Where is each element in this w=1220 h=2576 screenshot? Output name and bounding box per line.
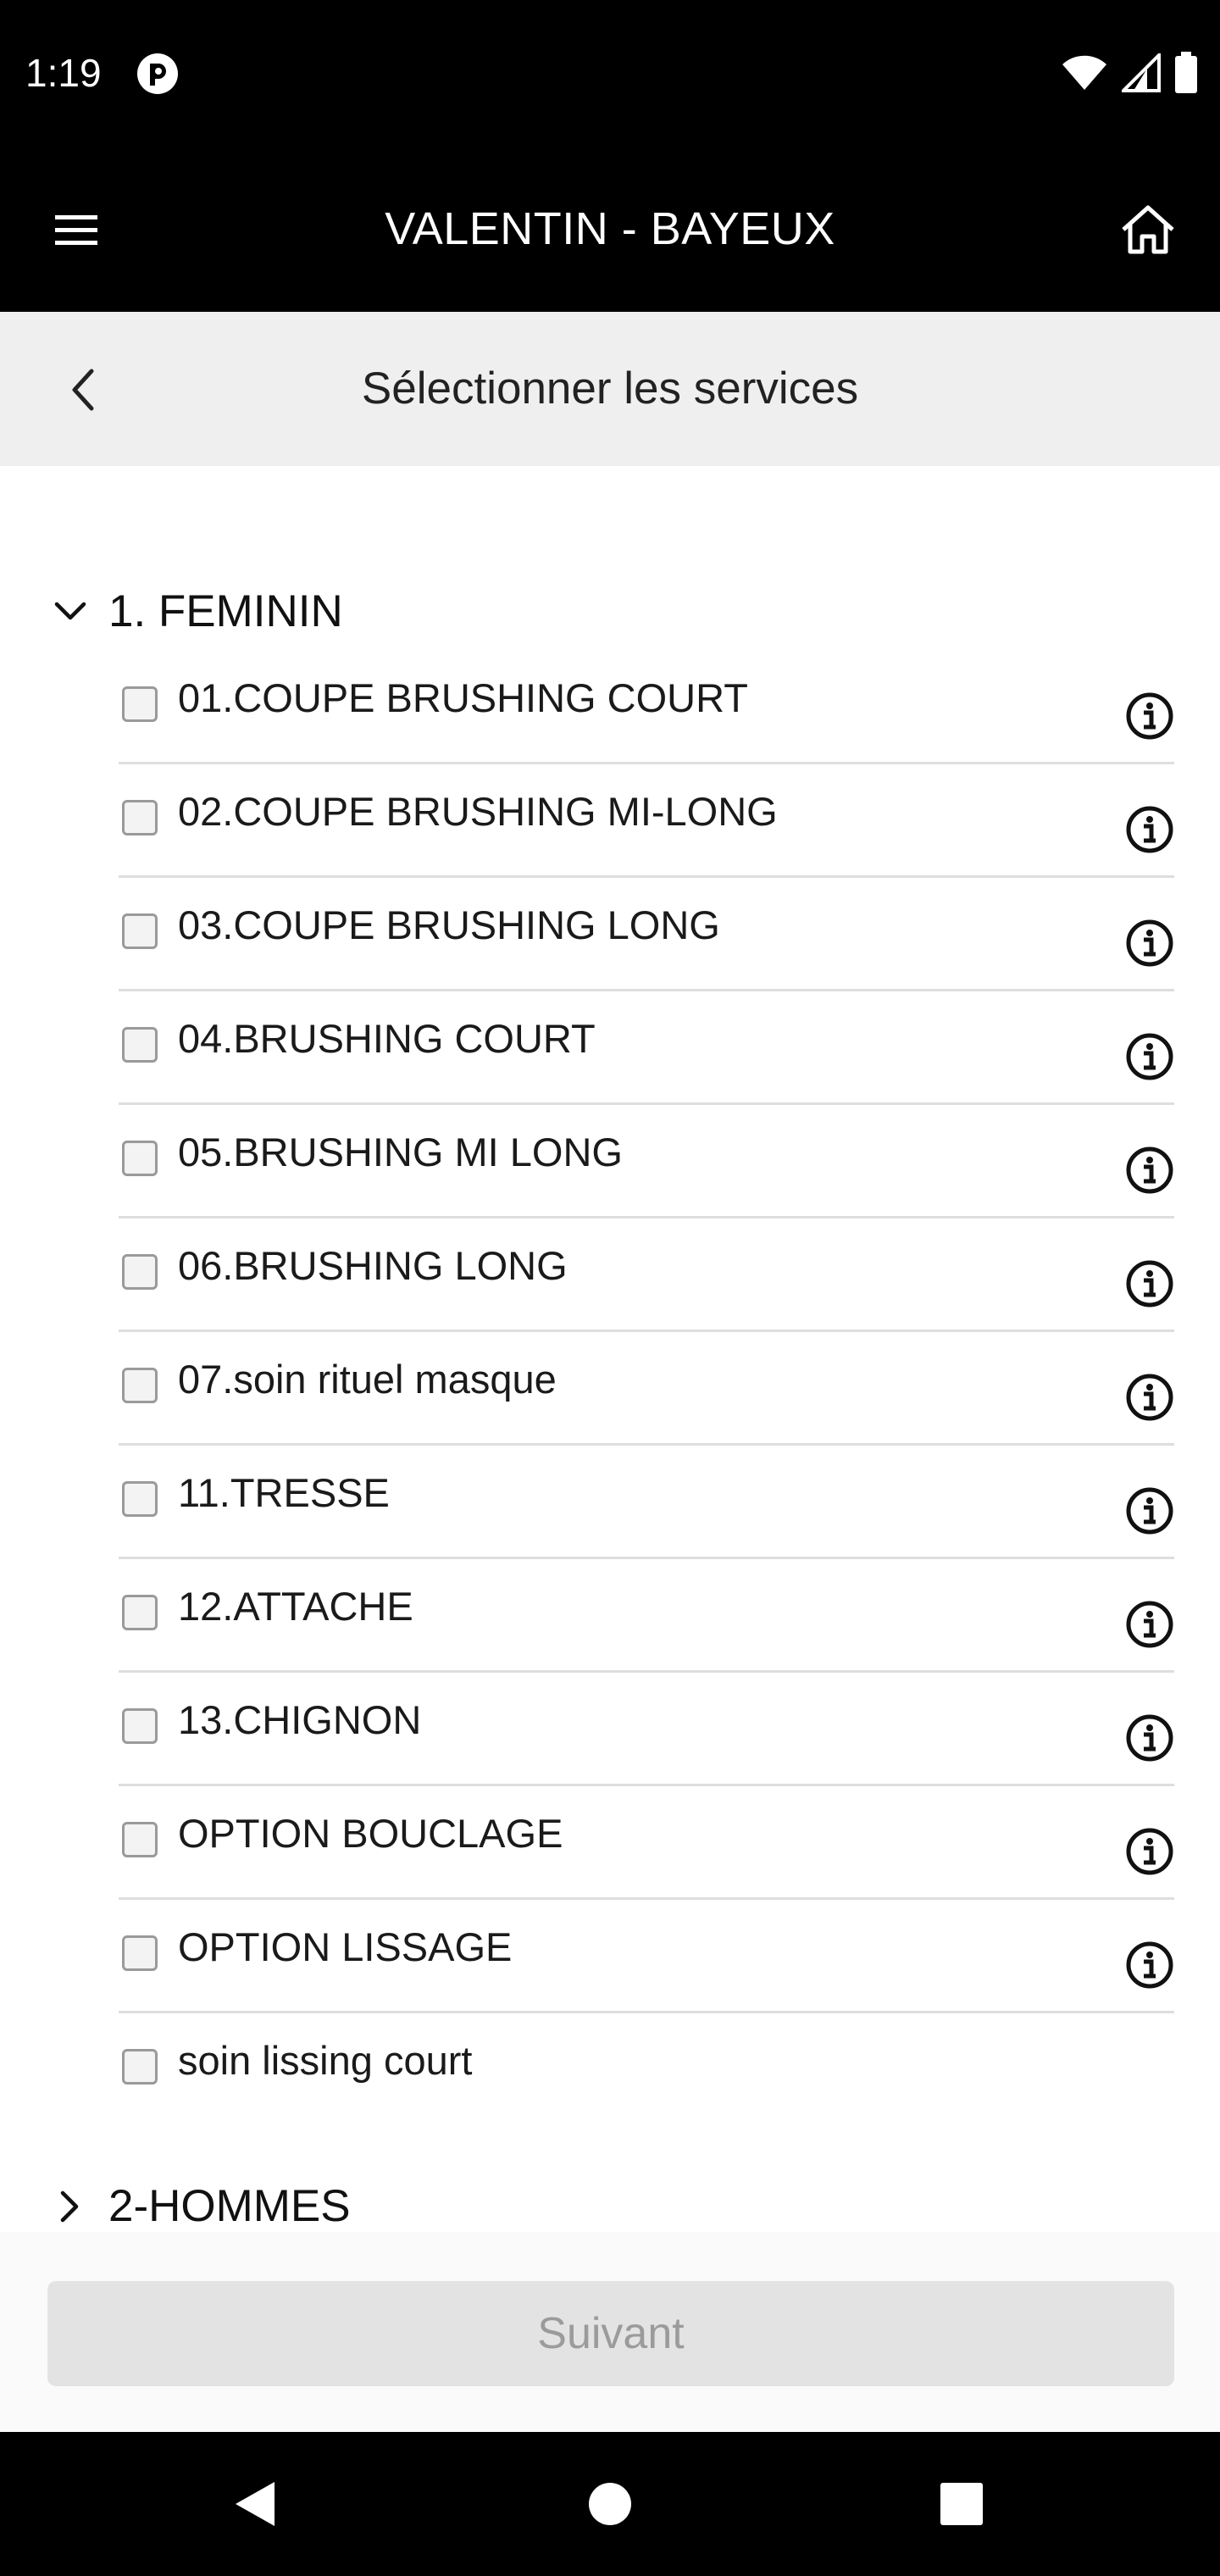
signal-icon [1122,53,1161,92]
service-label: OPTION LISSAGE [178,1924,513,1969]
menu-icon [55,215,97,245]
services-list[interactable]: 1. FEMININ 01.COUPE BRUSHING COURT 02.CO… [0,466,1220,2232]
info-icon[interactable] [1125,1259,1174,1308]
service-row[interactable]: 01.COUPE BRUSHING COURT [119,652,1174,764]
service-row[interactable]: 02.COUPE BRUSHING MI-LONG [119,766,1174,878]
category-header-hommes[interactable]: 2-HOMMES [51,2173,351,2232]
service-label: 03.COUPE BRUSHING LONG [178,902,720,947]
nav-home-button[interactable] [580,2474,640,2534]
service-checkbox[interactable] [122,1481,158,1517]
info-icon[interactable] [1125,691,1174,741]
service-row[interactable]: 06.BRUSHING LONG [119,1220,1174,1332]
service-checkbox[interactable] [122,1254,158,1290]
service-label: 07.soin rituel masque [178,1357,557,1402]
status-icons [1061,49,1198,97]
page-title: Sélectionner les services [361,364,859,414]
service-row[interactable]: 05.BRUSHING MI LONG [119,1107,1174,1219]
service-checkbox[interactable] [122,1027,158,1063]
back-button[interactable] [49,356,117,424]
nav-back-button[interactable] [225,2474,285,2534]
info-icon[interactable] [1125,919,1174,968]
sub-header: Sélectionner les services [0,312,1220,466]
service-checkbox[interactable] [122,913,158,949]
wifi-icon [1062,55,1106,90]
service-row[interactable]: soin lissing court [119,2015,1174,2127]
service-row[interactable]: 07.soin rituel masque [119,1334,1174,1446]
service-label: OPTION BOUCLAGE [178,1811,563,1856]
service-checkbox[interactable] [122,1708,158,1744]
info-icon[interactable] [1125,1146,1174,1195]
status-time: 1:19 [25,51,102,95]
info-icon[interactable] [1125,1373,1174,1422]
info-icon[interactable] [1125,805,1174,854]
info-icon[interactable] [1125,1940,1174,1990]
service-label: 12.ATTACHE [178,1584,413,1629]
service-label: 02.COUPE BRUSHING MI-LONG [178,789,778,834]
app-notification-icon [137,53,178,94]
service-row[interactable]: 12.ATTACHE [119,1561,1174,1673]
nav-recents-button[interactable] [932,2474,991,2534]
info-icon[interactable] [1125,1600,1174,1649]
service-row[interactable]: 13.CHIGNON [119,1674,1174,1786]
service-row[interactable]: 11.TRESSE [119,1447,1174,1559]
app-title: VALENTIN - BAYEUX [385,203,835,254]
service-label: 06.BRUSHING LONG [178,1243,568,1288]
service-label: soin lissing court [178,2038,473,2083]
service-label: 13.CHIGNON [178,1697,422,1742]
info-icon[interactable] [1125,1827,1174,1876]
home-button[interactable] [1115,197,1181,263]
service-label: 11.TRESSE [178,1470,390,1515]
app-bar: VALENTIN - BAYEUX [0,146,1220,312]
chevron-right-icon [51,2187,90,2226]
service-label: 05.BRUSHING MI LONG [178,1130,623,1174]
category-label: 1. FEMININ [108,586,343,636]
battery-icon [1175,52,1197,93]
status-bar: 1:19 [0,0,1220,146]
category-header-feminin[interactable]: 1. FEMININ [51,578,343,646]
service-row[interactable]: 04.BRUSHING COURT [119,993,1174,1105]
chevron-down-icon [51,592,90,631]
nav-back-icon [236,2482,274,2526]
service-row[interactable]: 03.COUPE BRUSHING LONG [119,880,1174,991]
next-button[interactable]: Suivant [47,2281,1174,2386]
info-icon[interactable] [1125,1713,1174,1763]
service-checkbox[interactable] [122,1595,158,1630]
service-checkbox[interactable] [122,800,158,836]
menu-button[interactable] [44,198,108,263]
service-checkbox[interactable] [122,1822,158,1857]
service-checkbox[interactable] [122,1935,158,1971]
system-nav-bar [0,2432,1220,2576]
service-checkbox[interactable] [122,686,158,722]
back-chevron-icon [72,369,94,411]
service-checkbox[interactable] [122,1368,158,1403]
nav-recents-icon [940,2483,983,2525]
nav-home-icon [589,2483,631,2525]
category-label: 2-HOMMES [108,2181,351,2231]
service-checkbox[interactable] [122,1141,158,1176]
service-label: 04.BRUSHING COURT [178,1016,596,1061]
home-icon [1122,205,1174,254]
service-row[interactable]: OPTION LISSAGE [119,1901,1174,2013]
service-checkbox[interactable] [122,2049,158,2085]
service-row[interactable]: OPTION BOUCLAGE [119,1788,1174,1900]
footer: Suivant [0,2232,1220,2432]
info-icon[interactable] [1125,1032,1174,1081]
info-icon[interactable] [1125,1486,1174,1535]
service-label: 01.COUPE BRUSHING COURT [178,675,748,720]
